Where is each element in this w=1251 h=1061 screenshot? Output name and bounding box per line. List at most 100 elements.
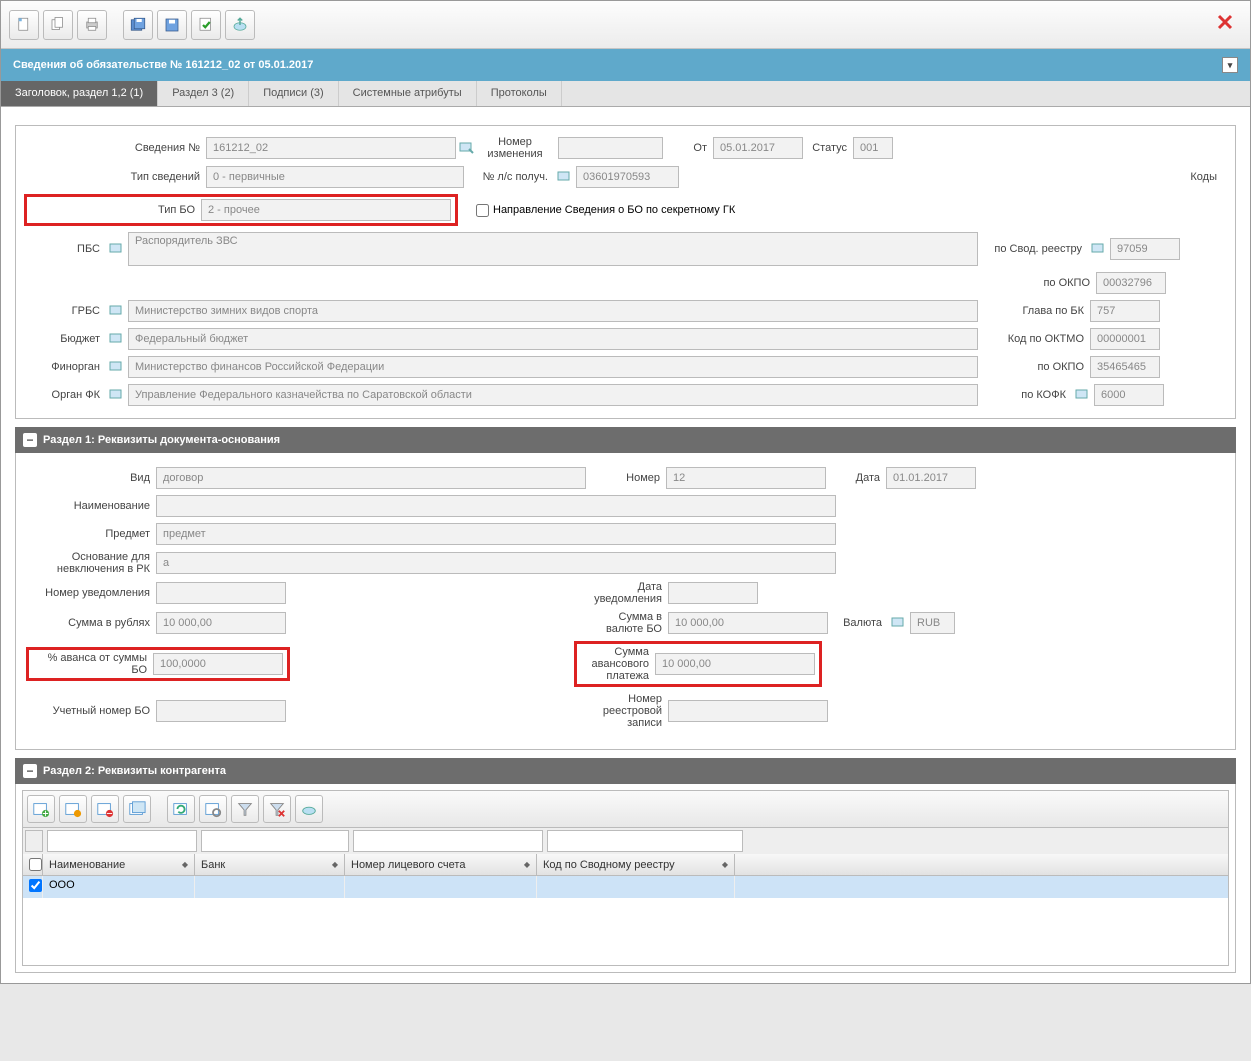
lookup-icon[interactable]: [109, 241, 125, 257]
grid-export-button[interactable]: [295, 795, 323, 823]
summa-rub-label: Сумма в рублях: [26, 617, 156, 629]
nomer-uved-field[interactable]: [156, 582, 286, 604]
naim-field[interactable]: [156, 495, 836, 517]
tab-header[interactable]: Заголовок, раздел 1,2 (1): [1, 81, 158, 106]
avans-pct-field[interactable]: [153, 653, 283, 675]
lookup-icon[interactable]: [1075, 387, 1091, 403]
grbs-label: ГРБС: [24, 305, 106, 317]
glava-bk-field[interactable]: [1090, 300, 1160, 322]
save-all-button[interactable]: [123, 10, 153, 40]
filter-naim[interactable]: [47, 830, 197, 852]
kofk-field[interactable]: [1094, 384, 1164, 406]
col-bank[interactable]: Банк◆: [195, 854, 345, 875]
predmet-field[interactable]: [156, 523, 836, 545]
new-doc-button[interactable]: [9, 10, 39, 40]
lookup-icon[interactable]: [1091, 241, 1107, 257]
predmet-label: Предмет: [26, 528, 156, 540]
status-label: Статус: [803, 142, 853, 154]
osnov-field[interactable]: [156, 552, 836, 574]
close-button[interactable]: [1216, 13, 1240, 37]
grid-add-button[interactable]: [27, 795, 55, 823]
avans-pct-highlight: % аванса от суммы БО: [26, 647, 290, 681]
nomer-reestr-field[interactable]: [668, 700, 828, 722]
table-row[interactable]: ООО: [23, 876, 1228, 898]
ls-poluch-label: № л/с получ.: [464, 171, 554, 183]
ot-label: От: [663, 142, 713, 154]
grid-copy-button[interactable]: [123, 795, 151, 823]
filter-ls[interactable]: [353, 830, 543, 852]
tab-protocols[interactable]: Протоколы: [477, 81, 562, 106]
tab-signatures[interactable]: Подписи (3): [249, 81, 338, 106]
nomer-izm-field[interactable]: [558, 137, 663, 159]
uchet-nomer-field[interactable]: [156, 700, 286, 722]
collapse-button[interactable]: −: [23, 433, 37, 447]
tabs: Заголовок, раздел 1,2 (1) Раздел 3 (2) П…: [1, 81, 1250, 107]
grid-view-button[interactable]: [199, 795, 227, 823]
col-kod[interactable]: Код по Сводному реестру◆: [537, 854, 735, 875]
grid-filter-button[interactable]: [231, 795, 259, 823]
filter-kod[interactable]: [547, 830, 743, 852]
data-uved-field[interactable]: [668, 582, 758, 604]
kody-label: Коды: [1167, 171, 1227, 183]
title-dropdown-button[interactable]: ▾: [1222, 57, 1238, 73]
lookup-icon[interactable]: [557, 169, 573, 185]
ot-field[interactable]: [713, 137, 803, 159]
summa-rub-field[interactable]: [156, 612, 286, 634]
tip-bo-field[interactable]: [201, 199, 451, 221]
okpo1-field[interactable]: [1096, 272, 1166, 294]
nomer-label: Номер: [586, 472, 666, 484]
filter-bank[interactable]: [201, 830, 349, 852]
print-button[interactable]: [77, 10, 107, 40]
nomer-reestr-label: Номер реестровой записи: [586, 693, 668, 729]
nomer-uved-label: Номер уведомления: [26, 587, 156, 599]
tip-sved-label: Тип сведений: [24, 171, 206, 183]
tab-section3[interactable]: Раздел 3 (2): [158, 81, 249, 106]
budget-field[interactable]: [128, 328, 978, 350]
lookup-icon[interactable]: [109, 359, 125, 375]
col-naim[interactable]: Наименование◆: [43, 854, 195, 875]
copy-doc-button[interactable]: [43, 10, 73, 40]
lookup-icon[interactable]: [109, 331, 125, 347]
data-uved-label: Дата уведомления: [586, 581, 668, 605]
collapse-button[interactable]: −: [23, 764, 37, 778]
lookup-icon[interactable]: [109, 303, 125, 319]
napr-checkbox[interactable]: [476, 204, 489, 217]
svod-reestr-field[interactable]: [1110, 238, 1180, 260]
okpo2-field[interactable]: [1090, 356, 1160, 378]
status-field[interactable]: [853, 137, 893, 159]
lookup-icon[interactable]: [891, 615, 907, 631]
nomer-field[interactable]: [666, 467, 826, 489]
grid-edit-button[interactable]: [59, 795, 87, 823]
kofk-label: по КОФК: [978, 389, 1072, 401]
export-button[interactable]: [225, 10, 255, 40]
uchet-nomer-label: Учетный номер БО: [26, 705, 156, 717]
finorgan-field[interactable]: [128, 356, 978, 378]
organ-fk-field[interactable]: [128, 384, 978, 406]
col-ls[interactable]: Номер лицевого счета◆: [345, 854, 537, 875]
save-check-button[interactable]: [191, 10, 221, 40]
summa-avans-field[interactable]: [655, 653, 815, 675]
svedeniya-no-field[interactable]: [206, 137, 456, 159]
grid-refresh-button[interactable]: [167, 795, 195, 823]
grid-delete-button[interactable]: [91, 795, 119, 823]
row-checkbox[interactable]: [29, 879, 42, 892]
summa-val-field[interactable]: [668, 612, 828, 634]
vid-field[interactable]: [156, 467, 586, 489]
form-area: Сведения № Номер изменения От Статус Тип…: [1, 107, 1250, 983]
oktmo-field[interactable]: [1090, 328, 1160, 350]
lookup-icon[interactable]: [109, 387, 125, 403]
grbs-field[interactable]: [128, 300, 978, 322]
grid-filter-clear-button[interactable]: [263, 795, 291, 823]
data-field[interactable]: [886, 467, 976, 489]
section1-body: Вид Номер Дата Наименование Предмет Осно…: [15, 453, 1236, 750]
tip-sved-field[interactable]: [206, 166, 464, 188]
valuta-field[interactable]: [910, 612, 955, 634]
pbs-field[interactable]: Распорядитель ЗВС: [128, 232, 978, 266]
napr-label: Направление Сведения о БО по секретному …: [489, 204, 735, 216]
ls-poluch-field[interactable]: [576, 166, 679, 188]
tab-system-attrs[interactable]: Системные атрибуты: [339, 81, 477, 106]
lookup-icon[interactable]: [459, 140, 475, 156]
data-label: Дата: [826, 472, 886, 484]
save-button[interactable]: [157, 10, 187, 40]
select-all-checkbox[interactable]: [29, 858, 42, 871]
